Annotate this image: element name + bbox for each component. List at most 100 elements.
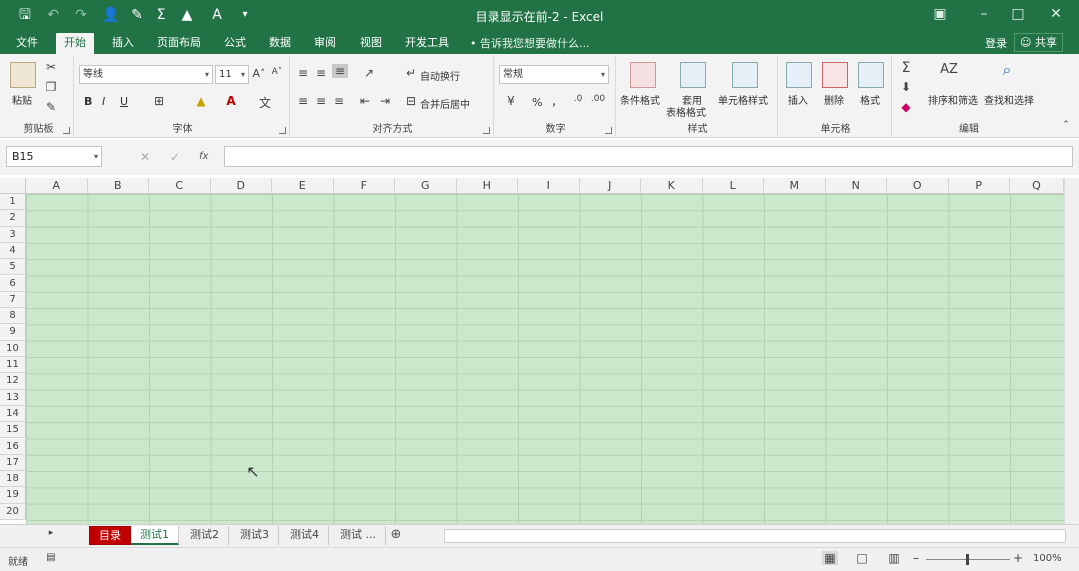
autosum-icon[interactable]: Σ	[898, 60, 914, 76]
row-header[interactable]: 5	[0, 259, 26, 276]
maximize-icon[interactable]: □	[1008, 6, 1028, 22]
column-header[interactable]: Q	[1010, 178, 1064, 194]
column-header[interactable]: G	[395, 178, 457, 194]
currency-icon[interactable]: ¥	[502, 94, 520, 108]
orientation-icon[interactable]: ↗	[360, 66, 378, 80]
fill-icon[interactable]: ⬇	[898, 80, 914, 94]
column-header[interactable]: F	[333, 178, 395, 194]
minimize-icon[interactable]: –	[974, 6, 994, 22]
font-size-select[interactable]: 11 ▾	[215, 65, 249, 84]
clear-icon[interactable]: ◆	[898, 100, 914, 114]
zoom-level[interactable]: 100%	[1033, 553, 1062, 564]
row-header[interactable]: 19	[0, 487, 26, 504]
row-header[interactable]: 2	[0, 210, 26, 227]
font-color-icon[interactable]: A	[224, 94, 238, 108]
column-header[interactable]: B	[87, 178, 149, 194]
cells-area[interactable]	[26, 194, 1064, 524]
sheet-tab-test1[interactable]: 测试1	[131, 526, 179, 545]
merge-center-button[interactable]: 合并后居中	[420, 96, 470, 111]
formula-input[interactable]	[224, 146, 1073, 167]
ribbon-options-icon[interactable]: ▣	[930, 6, 950, 22]
close-icon[interactable]: ✕	[1046, 6, 1066, 22]
phonetic-icon[interactable]: 文	[258, 94, 272, 111]
zoom-out-icon[interactable]: –	[910, 551, 922, 565]
font-launcher-icon[interactable]	[279, 127, 286, 134]
paste-icon[interactable]	[10, 62, 36, 88]
column-header[interactable]: H	[456, 178, 518, 194]
enter-icon[interactable]: ✓	[168, 150, 182, 164]
column-header[interactable]: A	[26, 178, 88, 194]
row-header[interactable]: 18	[0, 471, 26, 488]
format-painter-icon[interactable]: ✎	[44, 100, 58, 114]
row-header[interactable]: 8	[0, 308, 26, 325]
sheet-tab-catalog[interactable]: 目录	[89, 526, 131, 545]
sheet-tab-test3[interactable]: 测试3	[231, 526, 279, 545]
align-middle-icon[interactable]: ≡	[314, 66, 328, 80]
align-right-icon[interactable]: ≡	[332, 94, 346, 108]
row-header[interactable]: 3	[0, 226, 26, 243]
bold-button[interactable]: B	[84, 95, 92, 108]
italic-button[interactable]: I	[102, 95, 105, 108]
sheet-tab-test2[interactable]: 测试2	[181, 526, 229, 545]
row-header[interactable]: 1	[0, 194, 26, 211]
alignment-launcher-icon[interactable]	[483, 127, 490, 134]
sheet-tab-more[interactable]: 测试 ...	[331, 526, 386, 545]
decrease-indent-icon[interactable]: ⇤	[358, 94, 372, 108]
tab-data[interactable]: 数据	[261, 33, 299, 54]
increase-font-icon[interactable]: A˄	[252, 67, 266, 80]
column-header[interactable]: P	[948, 178, 1010, 194]
column-header[interactable]: L	[702, 178, 764, 194]
increase-indent-icon[interactable]: ⇥	[378, 94, 392, 108]
cut-icon[interactable]: ✂	[44, 60, 58, 74]
page-break-view-icon[interactable]: ▥	[886, 551, 902, 565]
horizontal-scrollbar[interactable]	[444, 529, 1066, 543]
comma-button[interactable]: ,	[552, 94, 556, 109]
align-bottom-icon[interactable]: ≡	[332, 64, 348, 78]
find-select-button[interactable]: 查找和选择	[984, 92, 1034, 107]
row-header[interactable]: 7	[0, 291, 26, 309]
row-header[interactable]: 10	[0, 340, 26, 357]
share-button[interactable]: ☺ 共享	[1014, 33, 1063, 52]
borders-icon[interactable]: ⊞	[152, 94, 166, 108]
name-box[interactable]: B15 ▾	[6, 146, 102, 167]
column-header[interactable]: E	[272, 178, 334, 194]
row-header[interactable]: 16	[0, 438, 26, 455]
select-all-corner[interactable]	[0, 178, 26, 194]
login-link[interactable]: 登录	[985, 35, 1007, 51]
tab-review[interactable]: 审阅	[306, 33, 344, 54]
format-as-table-line2[interactable]: 表格格式	[666, 104, 706, 119]
delete-cells-button[interactable]: 删除	[824, 92, 844, 107]
insert-function-button[interactable]: fx	[199, 151, 208, 162]
column-header[interactable]: J	[579, 178, 641, 194]
row-header[interactable]: 9	[0, 324, 26, 341]
sort-filter-button[interactable]: 排序和筛选	[928, 92, 978, 107]
sheet-tab-test4[interactable]: 测试4	[281, 526, 329, 545]
column-header[interactable]: M	[764, 178, 826, 194]
conditional-format-button[interactable]: 条件格式	[620, 92, 660, 107]
zoom-in-icon[interactable]: +	[1012, 551, 1024, 565]
row-header[interactable]: 14	[0, 405, 26, 423]
zoom-slider-thumb[interactable]	[966, 554, 969, 565]
row-header[interactable]: 4	[0, 242, 26, 260]
percent-button[interactable]: %	[532, 96, 542, 109]
wrap-text-button[interactable]: 自动换行	[420, 68, 460, 83]
column-header[interactable]: D	[210, 178, 272, 194]
align-left-icon[interactable]: ≡	[296, 94, 310, 108]
cancel-icon[interactable]: ✕	[138, 150, 152, 164]
row-header[interactable]: 6	[0, 275, 26, 292]
scroll-sheets-icon[interactable]: ▸	[46, 528, 56, 538]
decrease-decimal-icon[interactable]: .00	[590, 94, 606, 104]
format-cells-button[interactable]: 格式	[860, 92, 880, 107]
tab-insert[interactable]: 插入	[104, 33, 142, 54]
tab-developer[interactable]: 开发工具	[397, 33, 457, 54]
fill-color-icon[interactable]: ▲	[194, 94, 208, 108]
cell-styles-button[interactable]: 单元格样式	[718, 92, 768, 107]
vertical-scrollbar[interactable]	[1064, 178, 1079, 524]
tab-view[interactable]: 视图	[352, 33, 390, 54]
macro-record-icon[interactable]: ▤	[44, 552, 58, 563]
tell-me-box[interactable]: • 告诉我您想要做什么...	[470, 35, 590, 51]
add-sheet-icon[interactable]: ⊕	[388, 527, 404, 542]
column-header[interactable]: I	[518, 178, 580, 194]
tab-home[interactable]: 开始	[56, 33, 94, 54]
number-launcher-icon[interactable]	[605, 127, 612, 134]
